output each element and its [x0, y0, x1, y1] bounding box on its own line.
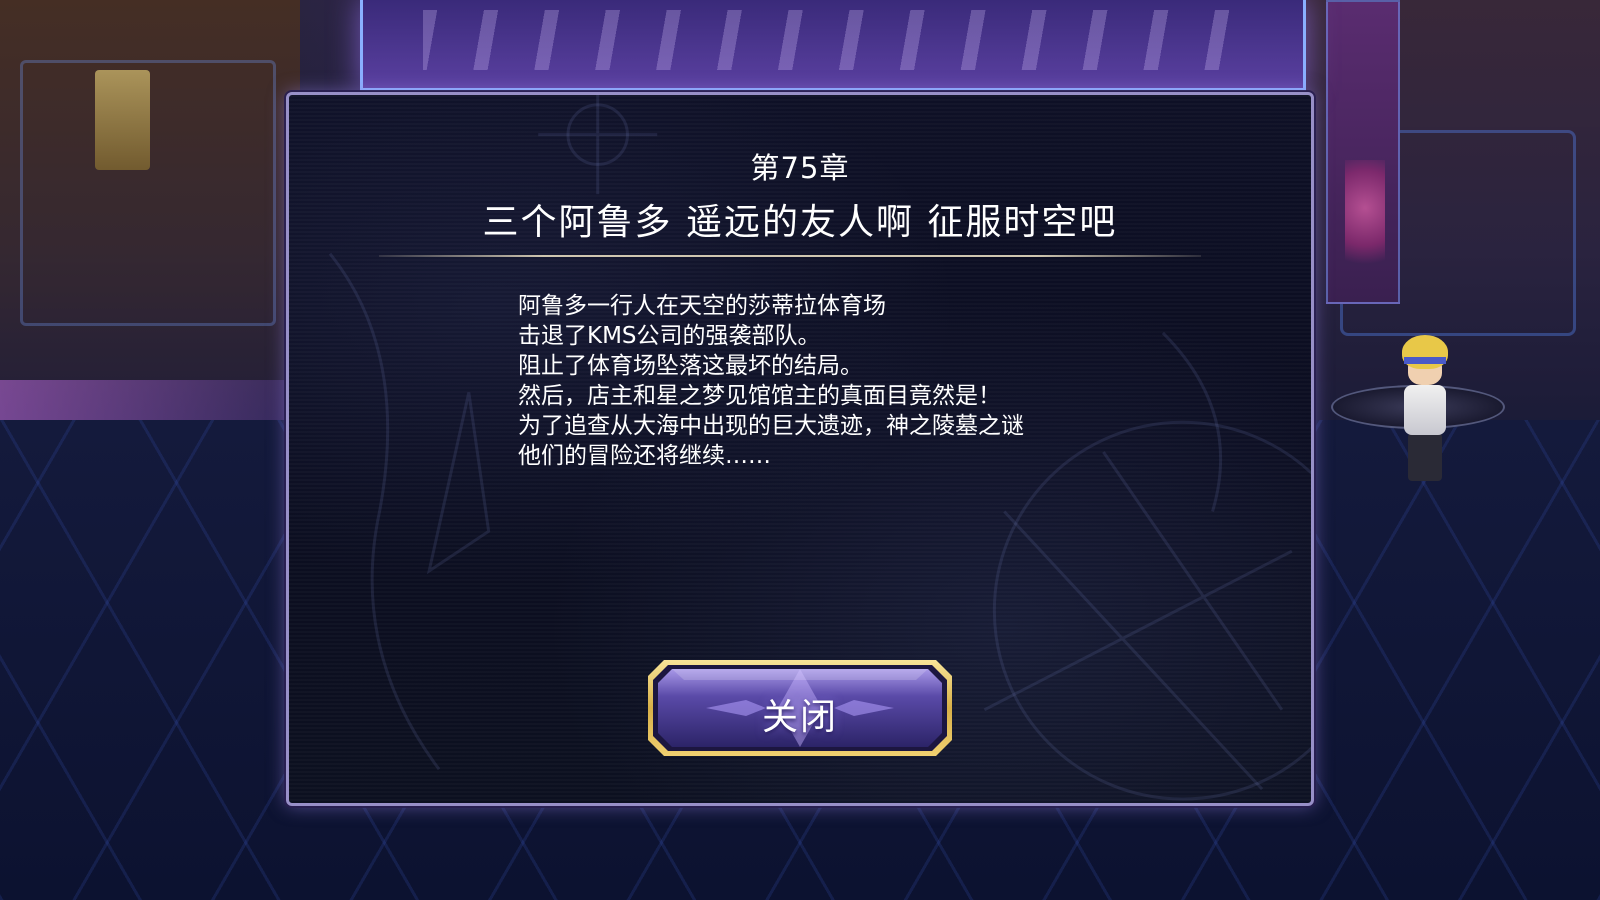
close-button[interactable]: 关闭 [646, 658, 954, 758]
story-line: 阿鲁多一行人在天空的莎蒂拉体育场 [518, 293, 886, 319]
title-divider [379, 255, 1201, 257]
character-body [1404, 385, 1446, 435]
background-neon-banner [360, 0, 1306, 91]
chapter-summary-dialog: 第75章 三个阿鲁多 遥远的友人啊 征服时空吧 阿鲁多一行人在天空的莎蒂拉体育场… [286, 92, 1314, 806]
character-headband [1404, 357, 1446, 364]
background-flower-tree [1345, 160, 1385, 280]
story-line: 然后，店主和星之梦见馆馆主的真面目竟然是！ [518, 383, 1001, 409]
story-line: 阻止了体育场坠落这最坏的结局。 [518, 353, 863, 379]
background-floor-glow [0, 380, 300, 420]
player-character [1390, 335, 1460, 485]
story-summary: 阿鲁多一行人在天空的莎蒂拉体育场 击退了KMS公司的强袭部队。 阻止了体育场坠落… [518, 291, 1218, 471]
background-left-wall [0, 0, 300, 420]
background-left-panel [95, 70, 150, 170]
story-line: 为了追查从大海中出现的巨大遗迹，神之陵墓之谜 [518, 413, 1024, 439]
story-line: 击退了KMS公司的强袭部队。 [518, 323, 821, 349]
story-line: 他们的冒险还将继续…… [518, 443, 771, 469]
close-button-label: 关闭 [761, 697, 838, 738]
chapter-title: 三个阿鲁多 遥远的友人啊 征服时空吧 [482, 202, 1118, 243]
game-scene: 第75章 三个阿鲁多 遥远的友人啊 征服时空吧 阿鲁多一行人在天空的莎蒂拉体育场… [0, 0, 1600, 900]
chapter-number: 第75章 [750, 151, 850, 185]
character-legs [1408, 433, 1442, 481]
